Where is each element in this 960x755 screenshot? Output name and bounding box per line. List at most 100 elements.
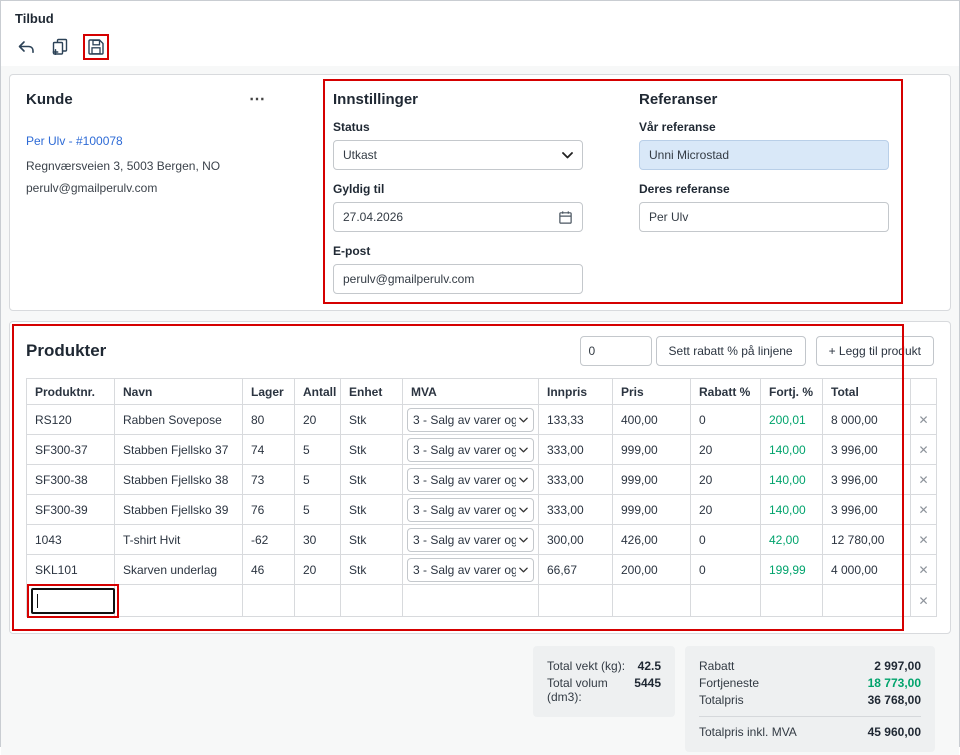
cell-innpris: 133,33: [539, 405, 613, 435]
their-reference-input[interactable]: Per Ulv: [639, 202, 889, 232]
status-select[interactable]: Utkast: [333, 140, 583, 170]
mva-select[interactable]: 3 - Salg av varer og t: [407, 408, 534, 432]
remove-row-icon[interactable]: ✕: [911, 405, 937, 435]
mva-select[interactable]: 3 - Salg av varer og t: [407, 438, 534, 462]
cell-enhet: Stk: [341, 405, 403, 435]
weight-volume-box: Total vekt (kg): 42.5 Total volum (dm3):…: [533, 646, 675, 717]
mva-select[interactable]: 3 - Salg av varer og t: [407, 558, 534, 582]
cell-mva: 3 - Salg av varer og t: [403, 495, 539, 525]
totals-divider: [699, 716, 921, 717]
cell-rabatt: 0: [691, 525, 761, 555]
mva-select[interactable]: 3 - Salg av varer og t: [407, 468, 534, 492]
our-reference-input[interactable]: Unni Microstad: [639, 140, 889, 170]
cell-pris: 400,00: [613, 405, 691, 435]
cell-rabatt: 20: [691, 495, 761, 525]
email-label: E-post: [333, 244, 583, 258]
cell-lager: 76: [243, 495, 295, 525]
chevron-down-icon: [519, 477, 528, 483]
cell-fortj: 140,00: [761, 435, 823, 465]
remove-row-icon[interactable]: ✕: [911, 465, 937, 495]
cell-total: 4 000,00: [823, 555, 911, 585]
cell-total: 12 780,00: [823, 525, 911, 555]
mva-value: 3 - Salg av varer og t: [413, 413, 516, 427]
total-incl-mva-value: 45 960,00: [868, 725, 921, 739]
cell-antall: 20: [295, 405, 341, 435]
summary-section: Total vekt (kg): 42.5 Total volum (dm3):…: [9, 646, 935, 752]
cell-antall: 5: [295, 465, 341, 495]
rabatt-label: Rabatt: [699, 659, 734, 673]
mva-select[interactable]: 3 - Salg av varer og t: [407, 498, 534, 522]
column-navn: Navn: [115, 379, 243, 405]
cell-pris: 999,00: [613, 495, 691, 525]
cell-fortj: 140,00: [761, 495, 823, 525]
status-label: Status: [333, 120, 583, 134]
mva-value: 3 - Salg av varer og t: [413, 503, 516, 517]
valid-until-input[interactable]: 27.04.2026: [333, 202, 583, 232]
mva-value: 3 - Salg av varer og t: [413, 473, 516, 487]
cell-mva: 3 - Salg av varer og t: [403, 465, 539, 495]
more-menu-button[interactable]: ⋯: [249, 95, 266, 105]
products-table-body: RS120 Rabben Sovepose 80 20 Stk 3 - Salg…: [27, 405, 937, 585]
cell-lager: -62: [243, 525, 295, 555]
products-header: Produkter Sett rabatt % på linjene + Leg…: [26, 336, 934, 366]
products-table: Produktnr. Navn Lager Antall Enhet MVA I…: [26, 378, 937, 617]
add-product-button[interactable]: + Legg til produkt: [816, 336, 934, 366]
column-enhet: Enhet: [341, 379, 403, 405]
chevron-down-icon: [562, 152, 573, 159]
remove-row-icon[interactable]: ✕: [911, 555, 937, 585]
discount-percent-input[interactable]: [580, 336, 652, 366]
cell-productnr: SKL101: [27, 555, 115, 585]
copy-add-button[interactable]: [49, 36, 71, 58]
cell-navn: Skarven underlag: [115, 555, 243, 585]
cell-productnr: 1043: [27, 525, 115, 555]
chevron-down-icon: [519, 417, 528, 423]
their-reference-value: Per Ulv: [649, 210, 688, 224]
copy-add-icon: [50, 37, 70, 57]
email-input[interactable]: perulv@gmailperulv.com: [333, 264, 583, 294]
mva-value: 3 - Salg av varer og t: [413, 563, 516, 577]
cell-navn: Stabben Fjellsko 37: [115, 435, 243, 465]
undo-button[interactable]: [15, 36, 37, 58]
column-actions: [911, 379, 937, 405]
column-innpris: Innpris: [539, 379, 613, 405]
chevron-down-icon: [519, 507, 528, 513]
cell-navn: Rabben Sovepose: [115, 405, 243, 435]
new-product-input[interactable]: [31, 588, 115, 614]
undo-icon: [16, 38, 36, 56]
column-fortj: Fortj. %: [761, 379, 823, 405]
cell-fortj: 42,00: [761, 525, 823, 555]
remove-row-icon[interactable]: ✕: [911, 495, 937, 525]
column-productnr: Produktnr.: [27, 379, 115, 405]
set-discount-button[interactable]: Sett rabatt % på linjene: [656, 336, 806, 366]
settings-heading: Innstillinger: [333, 91, 583, 108]
cell-navn: Stabben Fjellsko 38: [115, 465, 243, 495]
customer-link[interactable]: Per Ulv - #100078: [26, 134, 311, 148]
remove-row-icon[interactable]: ✕: [911, 525, 937, 555]
product-row: SF300-38 Stabben Fjellsko 38 73 5 Stk 3 …: [27, 465, 937, 495]
chevron-down-icon: [519, 567, 528, 573]
rabatt-value: 2 997,00: [874, 659, 921, 673]
products-table-header: Produktnr. Navn Lager Antall Enhet MVA I…: [27, 379, 937, 405]
content-area: Kunde ⋯ Per Ulv - #100078 Regnværsveien …: [1, 66, 959, 755]
page-header: Tilbud: [1, 1, 959, 66]
fortjeneste-value: 18 773,00: [868, 676, 921, 690]
save-icon: [86, 37, 106, 57]
our-reference-label: Vår referanse: [639, 120, 889, 134]
references-section: Referanser Vår referanse Unni Microstad …: [639, 91, 889, 294]
customer-email: perulv@gmailperulv.com: [26, 181, 311, 195]
cell-productnr: SF300-39: [27, 495, 115, 525]
remove-row-icon[interactable]: ✕: [911, 585, 937, 617]
cell-lager: 74: [243, 435, 295, 465]
cell-antall: 5: [295, 495, 341, 525]
mva-value: 3 - Salg av varer og t: [413, 443, 516, 457]
customer-section: Kunde ⋯ Per Ulv - #100078 Regnværsveien …: [26, 91, 311, 294]
references-heading: Referanser: [639, 91, 889, 108]
cell-pris: 999,00: [613, 435, 691, 465]
save-button[interactable]: [85, 36, 107, 58]
mva-select[interactable]: 3 - Salg av varer og t: [407, 528, 534, 552]
remove-row-icon[interactable]: ✕: [911, 435, 937, 465]
product-row: RS120 Rabben Sovepose 80 20 Stk 3 - Salg…: [27, 405, 937, 435]
chevron-down-icon: [519, 447, 528, 453]
cell-innpris: 66,67: [539, 555, 613, 585]
column-mva: MVA: [403, 379, 539, 405]
